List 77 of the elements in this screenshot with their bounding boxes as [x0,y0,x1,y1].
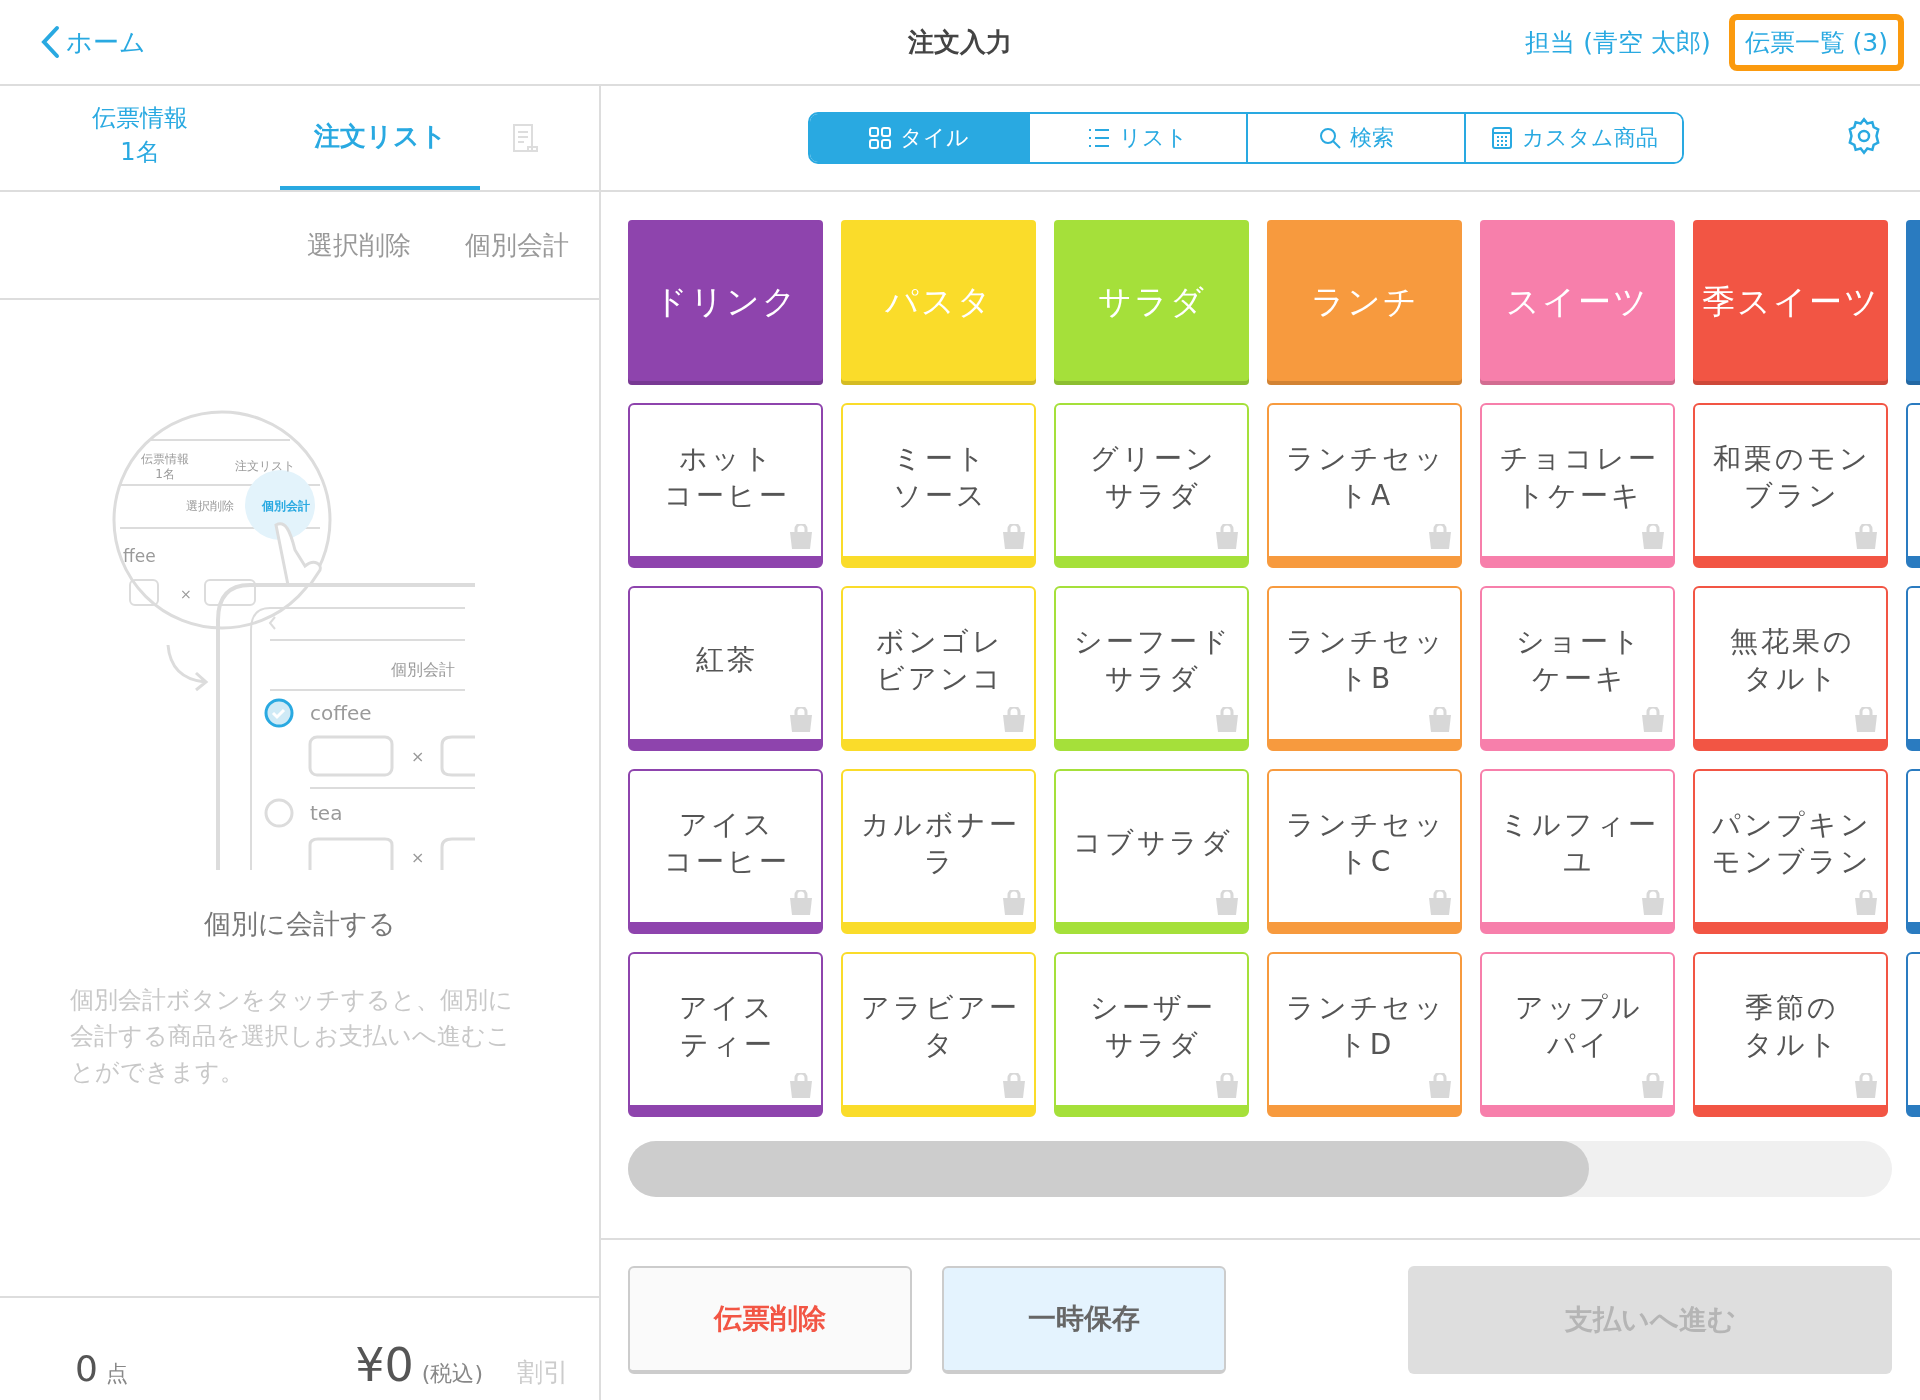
bag-icon [787,707,815,733]
bag-icon [1426,524,1454,550]
product-tile[interactable]: コブサラダ [1054,769,1249,934]
illustration-text: coffee [309,701,372,725]
bag-icon [1852,524,1880,550]
illustration-text: 選択削除 [185,499,234,513]
bag-icon [1000,524,1028,550]
window-title: 注文入力 [908,26,1012,57]
scrollbar-track[interactable] [628,1141,1892,1197]
illustration-text: 伝票情報 [140,452,189,466]
illustration-text: 1名 [154,467,175,481]
product-tile[interactable]: グリーン サラダ [1054,403,1249,568]
search-icon [1317,126,1342,150]
category-tile[interactable]: ドリンク [628,220,823,385]
illustration-text: 個別会計 [261,499,310,513]
product-tile[interactable]: アイス コーヒー [628,769,823,934]
save-button[interactable]: 一時保存 [942,1266,1226,1374]
product-tile[interactable]: ホット コーヒー [628,403,823,568]
illustration-text: 注文リスト [234,459,295,473]
bag-icon [1852,890,1880,916]
bag-icon [787,890,815,916]
bag-icon [1000,1073,1028,1099]
bag-icon [1639,1073,1667,1099]
product-tile[interactable]: 季節の タルト [1693,952,1888,1117]
illustration-text: tea [309,801,342,825]
bag-icon [1426,1073,1454,1099]
curved-arrow-icon [166,643,207,692]
bag-icon [1213,524,1241,550]
product-tile[interactable]: ミート ソース [841,403,1036,568]
grid-icon [868,126,892,150]
product-tile[interactable]: ボンゴレ ビアンコ [841,586,1036,751]
product-tile[interactable]: カルボナー ラ [841,769,1036,934]
illustration-text: ffee [122,546,156,566]
product-tile[interactable]: アイス ティー [628,952,823,1117]
bag-icon [1000,707,1028,733]
bag-icon [1213,890,1241,916]
product-tile[interactable]: ショート ケーキ [1480,586,1675,751]
product-tile[interactable]: ミルフィー ユ [1480,769,1675,934]
tax-note: (税込) [421,1360,483,1388]
bag-icon [1852,1073,1880,1099]
product-tile[interactable]: チョコレー トケーキ [1480,403,1675,568]
bag-icon [1639,707,1667,733]
bag-icon [1000,890,1028,916]
product-tile[interactable]: ランチセッ トD [1267,952,1462,1117]
illustration-text: × [410,848,424,867]
product-tile[interactable]: アップル パイ [1480,952,1675,1117]
total-amount: ¥0 [355,1338,414,1392]
back-chevron-icon [40,25,60,59]
bag-icon [787,524,815,550]
product-tile[interactable]: シーフード サラダ [1054,586,1249,751]
bag-icon [1639,890,1667,916]
bag-icon [787,1073,815,1099]
product-tile[interactable]: ランチセッ トA [1267,403,1462,568]
bag-icon [1213,707,1241,733]
bag-icon [1213,1073,1241,1099]
product-tile[interactable]: シーザー サラダ [1054,952,1249,1117]
product-tile[interactable]: 紅茶 [628,586,823,751]
product-tile[interactable]: ランチセッ トB [1267,586,1462,751]
bag-icon [1852,707,1880,733]
document-icon[interactable] [510,123,540,153]
bag-icon [1426,890,1454,916]
product-tile[interactable]: ランチセッ トC [1267,769,1462,934]
count-unit: 点 [105,1360,128,1388]
list-icon [1087,126,1111,150]
empty-title: 個別に会計する [203,907,396,941]
item-count: 0 [75,1348,98,1389]
illustration-text: × [179,586,192,602]
bag-icon [1426,707,1454,733]
product-tile[interactable]: パンプキン モンブラン [1693,769,1888,934]
product-tile[interactable]: 和栗のモン ブラン [1693,403,1888,568]
illustration-text: × [410,747,424,766]
bag-icon [1639,524,1667,550]
product-tile[interactable]: 無花果の タルト [1693,586,1888,751]
scrollbar-thumb[interactable] [628,1141,1589,1197]
product-tile[interactable]: アラビアー タ [841,952,1036,1117]
illustration-text: 個別会計 [390,660,455,679]
calculator-icon [1489,126,1514,150]
